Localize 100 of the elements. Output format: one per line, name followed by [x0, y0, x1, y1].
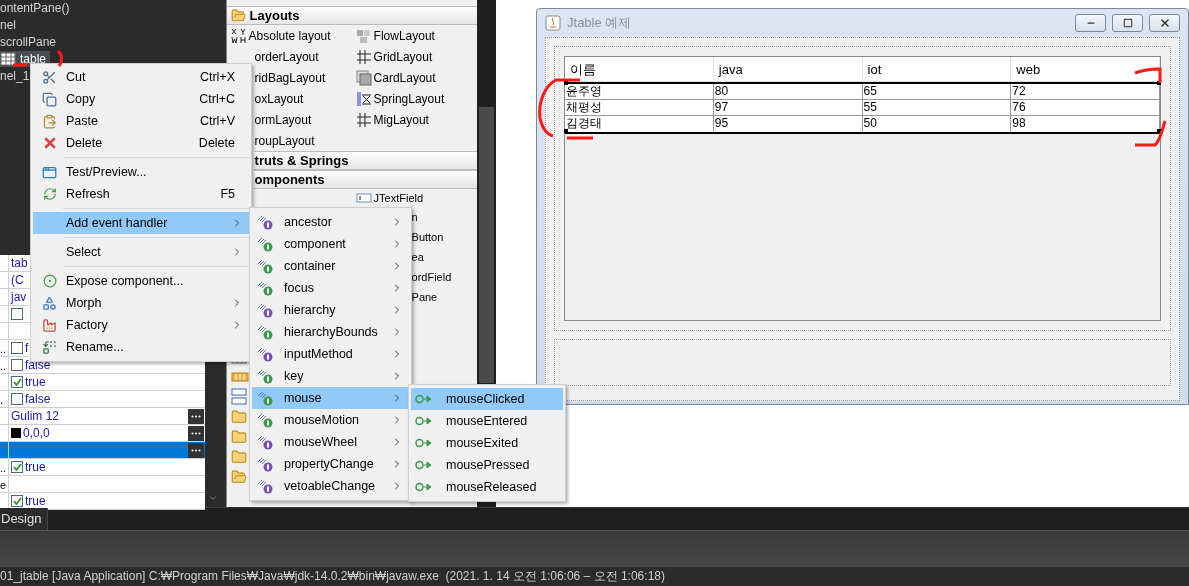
palette-item[interactable]: ridBagLayout: [254, 68, 326, 87]
palette-item[interactable]: ordField: [411, 268, 452, 286]
menu-item[interactable]: mousePressed: [411, 454, 563, 476]
resize-handle[interactable]: [1157, 129, 1161, 133]
rename-icon: [42, 339, 57, 355]
property-row[interactable]: [0, 442, 205, 459]
property-value: true: [25, 374, 46, 391]
resize-handle[interactable]: [1157, 81, 1161, 85]
component-icon: [42, 274, 57, 288]
checkbox[interactable]: [11, 359, 23, 371]
property-row[interactable]: e: [0, 476, 205, 493]
menu-item[interactable]: hierarchy: [252, 299, 409, 321]
menu-item[interactable]: key: [252, 365, 409, 387]
property-row[interactable]: .. true: [0, 459, 205, 476]
menu-item[interactable]: mouse: [252, 387, 409, 409]
scrollbar-thumb[interactable]: [479, 107, 494, 383]
menu-item[interactable]: inputMethod: [252, 343, 409, 365]
palette-item[interactable]: n: [411, 208, 418, 226]
category-header[interactable]: omponents: [253, 170, 478, 189]
close-icon: [1158, 17, 1171, 29]
menu-item[interactable]: mouseMotion: [252, 409, 409, 431]
checkbox[interactable]: [11, 376, 23, 388]
menu-item[interactable]: Add event handler: [33, 212, 249, 234]
editor-button[interactable]: [188, 426, 204, 441]
palette-item[interactable]: Absolute layout: [248, 26, 331, 45]
minimize-button[interactable]: [1075, 14, 1106, 32]
palette-item[interactable]: JTextField: [373, 189, 424, 207]
checkbox[interactable]: [11, 393, 23, 405]
close-button[interactable]: [1149, 14, 1180, 32]
menu-item[interactable]: Refresh F5: [33, 183, 249, 205]
menu-item[interactable]: mouseWheel: [252, 431, 409, 453]
xywh-icon: [230, 27, 247, 44]
editor-button[interactable]: [188, 443, 204, 458]
menu-item[interactable]: container: [252, 255, 409, 277]
menu-item[interactable]: propertyChange: [252, 453, 409, 475]
property-row[interactable]: Gulim 12: [0, 408, 205, 425]
palette-item[interactable]: CardLayout: [373, 68, 436, 87]
menu-item[interactable]: mouseEntered: [411, 410, 563, 432]
window-title: Jtable 예제: [567, 14, 632, 33]
menu-item[interactable]: Paste Ctrl+V: [33, 110, 249, 132]
method-icon: [415, 460, 433, 470]
palette-item[interactable]: orderLayout: [254, 47, 319, 66]
palette-item[interactable]: FlowLayout: [373, 26, 435, 45]
menu-item[interactable]: component: [252, 233, 409, 255]
tree-item[interactable]: scrollPane: [0, 34, 61, 50]
java-icon: [545, 15, 561, 31]
menu-item[interactable]: mouseExited: [411, 432, 563, 454]
scroll-down-icon[interactable]: [207, 493, 218, 503]
maximize-button[interactable]: [1112, 14, 1143, 32]
property-value: tab: [11, 255, 28, 272]
paste-icon: [42, 113, 57, 129]
palette-item[interactable]: roupLayout: [254, 131, 315, 150]
palette-item[interactable]: GridLayout: [373, 47, 433, 66]
resize-handle[interactable]: [564, 129, 568, 133]
menu-item[interactable]: Factory: [33, 314, 249, 336]
checkbox[interactable]: [11, 461, 23, 473]
tree-item[interactable]: ontentPane(): [0, 0, 74, 16]
menu-item[interactable]: mouseReleased: [411, 476, 563, 498]
property-row[interactable]: true: [0, 493, 205, 510]
menu-item[interactable]: mouseClicked: [411, 388, 563, 410]
property-row[interactable]: true: [0, 374, 205, 391]
menu-item[interactable]: Expose component...: [33, 270, 249, 292]
factory-icon: [42, 317, 57, 333]
column-header[interactable]: 이름: [565, 57, 714, 81]
menu-item[interactable]: ancestor: [252, 211, 409, 233]
palette-item[interactable]: oxLayout: [254, 89, 304, 108]
menu-item[interactable]: Cut Ctrl+X: [33, 66, 249, 88]
tree-item[interactable]: nel: [0, 17, 20, 33]
checkbox[interactable]: [11, 308, 23, 320]
column-header[interactable]: java: [713, 57, 863, 81]
category-header[interactable]: truts & Springs: [253, 151, 478, 170]
property-row[interactable]: 0,0,0: [0, 425, 205, 442]
menu-item[interactable]: focus: [252, 277, 409, 299]
checkbox[interactable]: [11, 342, 23, 354]
palette-item[interactable]: SpringLayout: [373, 89, 445, 108]
scissors-icon: [42, 69, 57, 85]
property-name: .: [0, 394, 4, 406]
menu-item[interactable]: Copy Ctrl+C: [33, 88, 249, 110]
menu-item[interactable]: Select: [33, 241, 249, 263]
resize-handle[interactable]: [564, 81, 568, 85]
palette-item[interactable]: ea: [411, 248, 424, 266]
category-header[interactable]: Layouts: [226, 6, 478, 25]
column-header[interactable]: iot: [862, 57, 1012, 81]
checkbox[interactable]: [11, 495, 23, 507]
folder-icon: [230, 409, 247, 425]
property-row[interactable]: . false: [0, 391, 205, 408]
editor-button[interactable]: [188, 409, 204, 424]
tree-item[interactable]: nel_1: [0, 68, 34, 84]
menu-item[interactable]: Morph: [33, 292, 249, 314]
grid-icon: [355, 48, 372, 65]
palette-item[interactable]: Button: [411, 228, 444, 246]
palette-item[interactable]: MigLayout: [373, 110, 429, 129]
palette-item[interactable]: ormLayout: [254, 110, 312, 129]
editor-tab[interactable]: Design: [0, 508, 49, 530]
menu-item[interactable]: Delete Delete: [33, 132, 249, 154]
menu-item[interactable]: hierarchyBounds: [252, 321, 409, 343]
palette-item[interactable]: Pane: [411, 288, 438, 306]
menu-item[interactable]: vetoableChange: [252, 475, 409, 497]
table-cell: 50: [862, 116, 1012, 132]
menu-item[interactable]: Test/Preview...: [33, 161, 249, 183]
